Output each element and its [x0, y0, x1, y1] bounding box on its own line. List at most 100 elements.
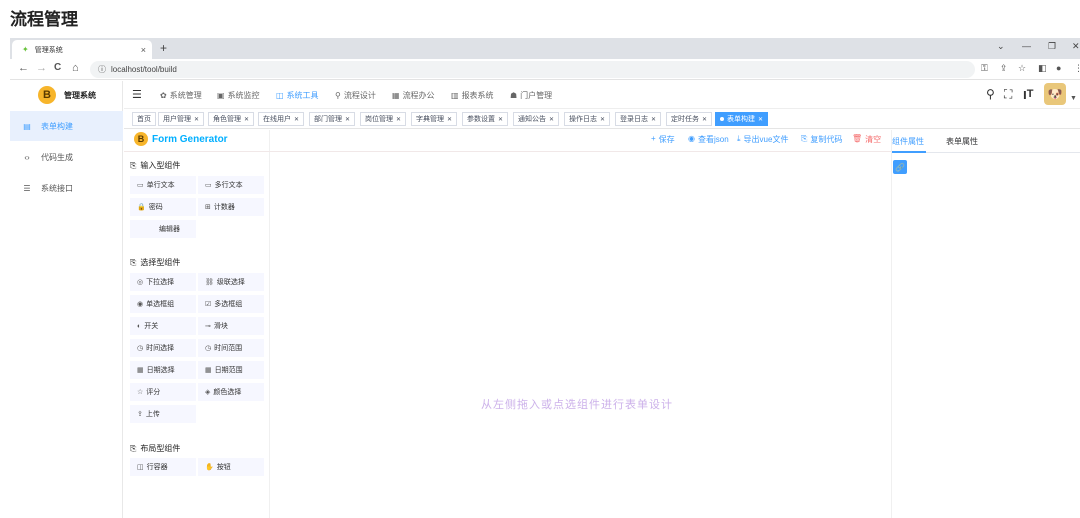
comp-rate[interactable]: ☆ 评分 — [130, 383, 196, 401]
code-icon: ‹› — [24, 152, 30, 162]
tag-post[interactable]: 岗位管理 ✕ — [360, 112, 407, 126]
export-vue-button[interactable]: ⤓ 导出vue文件 — [737, 134, 788, 145]
comp-editor[interactable]: 编辑器 — [130, 220, 196, 238]
comp-input[interactable]: ▭ 单行文本 — [130, 176, 196, 194]
fullscreen-icon[interactable]: ⛶ — [1004, 87, 1012, 102]
share-icon[interactable]: ⇪ — [1000, 63, 1008, 74]
save-button[interactable]: + 保存 — [651, 134, 675, 145]
tag-operlog[interactable]: 操作日志 ✕ — [564, 112, 611, 126]
profile-icon[interactable]: ● — [1056, 63, 1061, 73]
close-icon[interactable]: ✕ — [294, 116, 299, 123]
comp-select[interactable]: ◎ 下拉选择 — [130, 273, 196, 291]
close-icon[interactable]: ✕ — [194, 116, 199, 123]
restore-button[interactable]: ❐ — [1048, 41, 1056, 52]
close-icon[interactable]: ✕ — [758, 116, 763, 123]
clear-button[interactable]: 🗑 清空 — [852, 134, 881, 145]
nav-flow-office[interactable]: ▦ 流程办公 — [392, 90, 435, 101]
comp-radio[interactable]: ◉ 单选框组 — [130, 295, 196, 313]
tab-search-icon[interactable]: ⌄ — [997, 41, 1005, 52]
copy-code-button[interactable]: ⎘ 复制代码 — [801, 134, 842, 145]
site-info-icon[interactable]: ⓘ — [98, 64, 106, 75]
comp-checkbox[interactable]: ☑ 多选框组 — [198, 295, 264, 313]
search-icon[interactable]: ⚲ — [986, 87, 995, 101]
copy-icon: ⎘ — [801, 134, 808, 143]
url-input[interactable]: ⓘ localhost/tool/build — [90, 61, 975, 78]
tag-label: 参数设置 — [467, 116, 495, 123]
comp-label: 日期选择 — [146, 367, 175, 374]
avatar[interactable]: 🐶 — [1044, 83, 1066, 105]
comp-color[interactable]: ◈ 颜色选择 — [198, 383, 264, 401]
tag-home[interactable]: 首页 — [132, 112, 156, 126]
comp-slider[interactable]: ⊸ 滑块 — [198, 317, 264, 335]
browser-tab[interactable]: ✦ 管理系统 × — [12, 40, 152, 59]
tag-user[interactable]: 用户管理 ✕ — [158, 112, 205, 126]
nav-flow-design[interactable]: ⚲ 流程设计 — [335, 90, 376, 101]
tag-config[interactable]: 参数设置 ✕ — [462, 112, 509, 126]
close-window-button[interactable]: ✕ — [1072, 41, 1080, 52]
tab-close-icon[interactable]: × — [141, 45, 146, 55]
home-button[interactable]: ⌂ — [72, 62, 79, 74]
tag-notice[interactable]: 通知公告 ✕ — [513, 112, 560, 126]
tab-form-props[interactable]: 表单属性 — [946, 136, 978, 147]
nav-report[interactable]: ▥ 报表系统 — [451, 90, 494, 101]
close-icon[interactable]: ✕ — [651, 116, 656, 123]
bookmark-star-icon[interactable]: ☆ — [1018, 63, 1026, 74]
close-icon[interactable]: ✕ — [345, 116, 350, 123]
plus-icon: + — [651, 134, 656, 143]
reload-button[interactable]: C — [54, 62, 61, 73]
comp-switch[interactable]: ◐ 开关 — [130, 317, 196, 335]
nav-portal[interactable]: ☗ 门户管理 — [510, 90, 552, 101]
sidebar-item-code-gen[interactable]: ‹› 代码生成 — [10, 142, 123, 172]
sidebar-item-form-build[interactable]: ▤ 表单构建 — [10, 111, 123, 141]
comp-row[interactable]: ◫ 行容器 — [130, 458, 196, 476]
tag-role[interactable]: 角色管理 ✕ — [208, 112, 255, 126]
nav-system-manage[interactable]: ✿ 系统管理 — [160, 90, 202, 101]
new-tab-button[interactable]: + — [160, 41, 167, 55]
comp-label: 日期范围 — [214, 367, 243, 374]
minimize-button[interactable]: — — [1022, 41, 1031, 51]
sidebar-item-system-api[interactable]: ☰ 系统接口 — [10, 173, 123, 203]
font-size-icon[interactable]: ꞁT — [1023, 87, 1034, 100]
comp-textarea[interactable]: ▭ 多行文本 — [198, 176, 264, 194]
comp-number[interactable]: ⊞ 计数器 — [198, 198, 264, 216]
back-button[interactable]: ← — [18, 62, 29, 74]
close-icon[interactable]: ✕ — [702, 116, 707, 123]
comp-button[interactable]: ✋ 按钮 — [198, 458, 264, 476]
hamburger-icon[interactable]: ☰ — [132, 88, 142, 101]
tab-component-props[interactable]: 组件属性 — [892, 136, 924, 147]
comp-cascader[interactable]: ⛓ 级联选择 — [198, 273, 264, 291]
tag-form-build[interactable]: 表单构建 ✕ — [715, 112, 769, 126]
close-icon[interactable]: ✕ — [549, 116, 554, 123]
comp-time[interactable]: ◷ 时间选择 — [130, 339, 196, 357]
caret-down-icon[interactable]: ▼ — [1070, 95, 1077, 102]
tag-online[interactable]: 在线用户 ✕ — [258, 112, 305, 126]
link-icon[interactable]: 🔗 — [893, 160, 907, 174]
comp-date-range[interactable]: ▦ 日期范围 — [198, 361, 264, 379]
browser-menu-icon[interactable]: ⋮ — [1074, 63, 1080, 74]
sidebar-logo[interactable]: B 管理系统 — [10, 81, 123, 109]
key-icon[interactable]: ⚿ — [981, 63, 988, 74]
comp-password[interactable]: 🔒 密码 — [130, 198, 196, 216]
fg-title: Form Generator — [152, 133, 228, 145]
close-icon[interactable]: ✕ — [498, 116, 503, 123]
action-label: 保存 — [658, 135, 675, 144]
close-icon[interactable]: ✕ — [244, 116, 249, 123]
tag-dict[interactable]: 字典管理 ✕ — [411, 112, 458, 126]
comp-upload[interactable]: ⇪ 上传 — [130, 405, 196, 423]
tag-job[interactable]: 定时任务 ✕ — [666, 112, 713, 126]
close-icon[interactable]: ✕ — [396, 116, 401, 123]
close-icon[interactable]: ✕ — [447, 116, 452, 123]
close-icon[interactable]: ✕ — [600, 116, 605, 123]
tag-label: 操作日志 — [569, 116, 597, 123]
side-panel-icon[interactable]: ◧ — [1038, 63, 1047, 74]
tag-loginlog[interactable]: 登录日志 ✕ — [615, 112, 662, 126]
forward-button[interactable]: → — [36, 62, 47, 74]
nav-system-monitor[interactable]: ▣ 系统监控 — [217, 90, 260, 101]
nav-system-tools[interactable]: ◫ 系统工具 — [276, 90, 319, 101]
comp-time-range[interactable]: ◷ 时间范围 — [198, 339, 264, 357]
view-json-button[interactable]: ◉ 查看json — [688, 134, 729, 145]
form-canvas[interactable] — [270, 152, 891, 518]
comp-date[interactable]: ▦ 日期选择 — [130, 361, 196, 379]
input-icon: ▭ — [137, 182, 144, 189]
tag-dept[interactable]: 部门管理 ✕ — [309, 112, 356, 126]
